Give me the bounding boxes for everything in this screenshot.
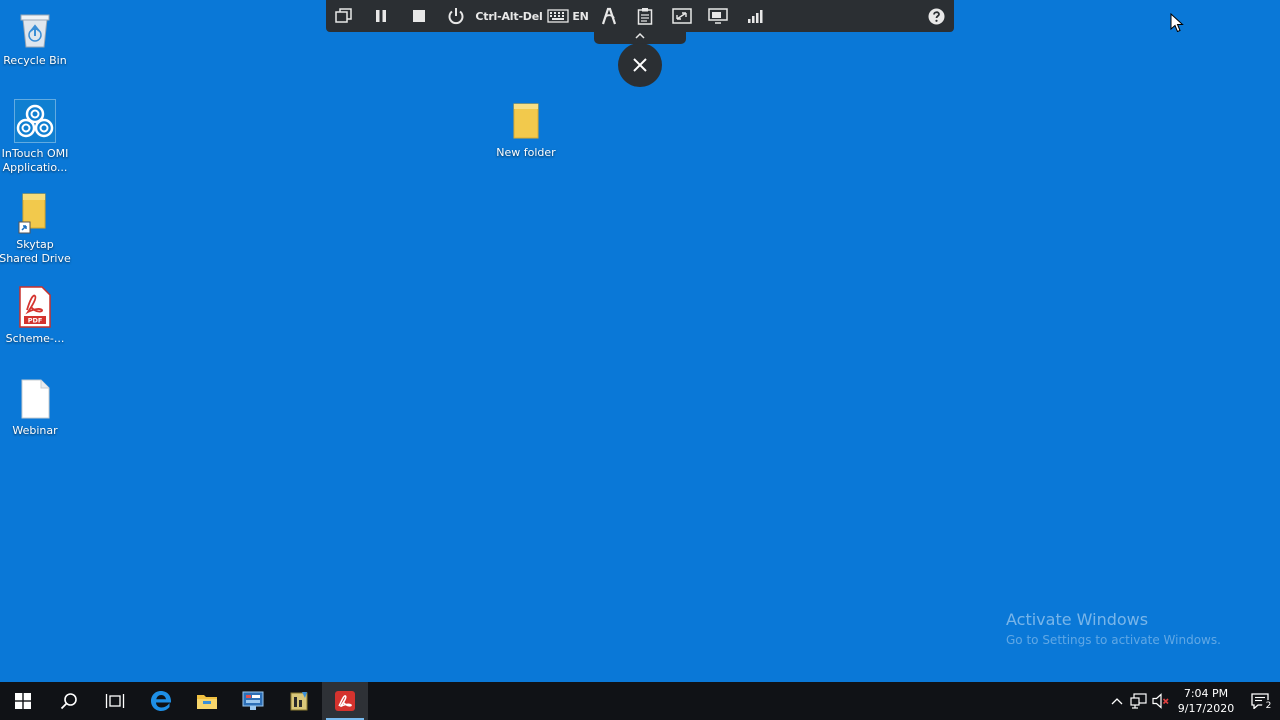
connection-quality-button[interactable] [736,0,774,32]
help-icon [928,8,944,24]
app-icon [290,692,308,711]
keyboard-language-label: EN [572,9,589,23]
desktop-icon-recycle-bin[interactable]: Recycle Bin [0,8,70,68]
desktop-icon-label: InTouch OMI Applicatio... [1,147,69,174]
desktop-icon-skytap-shared-drive[interactable]: Skytap Shared Drive [0,192,71,266]
start-button[interactable] [0,682,46,720]
keyboard-icon [547,9,569,23]
clipboard-button[interactable] [626,0,664,32]
pdf-file-icon: PDF [15,286,55,328]
power-button[interactable] [438,0,474,32]
toggle-window-button[interactable] [326,0,362,32]
task-view-icon [105,694,125,708]
intouch-omi-icon [14,99,56,143]
volume-button[interactable] [1150,682,1172,720]
shared-drive-folder-icon [15,192,55,234]
desktop-icon-new-folder[interactable]: New folder [491,100,561,160]
desktop-icon-label: Skytap Shared Drive [0,238,71,265]
search-button[interactable] [46,682,92,720]
desktop[interactable]: Recycle Bin InTouch OMI Applicatio... Sk… [0,0,1280,682]
action-center-button[interactable]: 2 [1240,682,1280,720]
cursor-arrow-icon [1170,12,1184,33]
server-manager-icon [242,691,264,710]
display-button[interactable] [700,0,736,32]
folder-icon [506,100,546,142]
network-button[interactable] [1128,682,1150,720]
desktop-icon-label: Recycle Bin [3,54,67,67]
desktop-icon-scheme-pdf[interactable]: PDF Scheme-... [0,286,70,346]
close-icon [633,58,647,72]
volume-muted-icon [1152,693,1169,709]
task-view-button[interactable] [92,682,138,720]
show-hidden-icons-button[interactable] [1106,682,1128,720]
taskbar-file-explorer[interactable] [184,682,230,720]
chevron-up-icon [635,32,645,39]
taskbar-edge[interactable] [138,682,184,720]
desktop-icon-label: New folder [496,146,556,159]
file-explorer-icon [197,695,217,709]
clipboard-icon [637,8,653,25]
desktop-icon-webinar[interactable]: Webinar [0,378,70,438]
search-icon [60,693,77,710]
pause-button[interactable] [362,0,400,32]
svg-text:PDF: PDF [28,317,43,325]
accessibility-button[interactable] [592,0,626,32]
stop-icon [413,10,425,22]
mouse-cursor [1170,12,1184,37]
clock-time: 7:04 PM [1183,687,1229,700]
edge-icon [151,691,172,711]
network-icon [1130,693,1147,709]
taskbar-server-manager[interactable] [230,682,276,720]
stop-button[interactable] [400,0,438,32]
close-toolbar-button[interactable] [618,43,662,87]
recycle-bin-icon [15,8,55,50]
taskbar: 7:04 PM 9/17/2020 2 [0,682,1280,720]
display-icon [708,8,728,24]
windows-icon [335,8,352,23]
accessibility-icon [601,7,617,25]
ctrl-alt-del-button[interactable]: Ctrl-Alt-Del [474,0,544,32]
help-button[interactable] [918,0,954,32]
chevron-up-icon [1111,698,1123,705]
desktop-icon-label: Scheme-... [5,332,65,345]
clock-date: 9/17/2020 [1177,702,1235,715]
keyboard-language-button[interactable]: EN [544,0,592,32]
pause-icon [376,10,386,22]
activate-windows-title: Activate Windows [1006,610,1149,629]
system-tray: 7:04 PM 9/17/2020 2 [1106,682,1280,720]
resize-button[interactable] [664,0,700,32]
activate-windows-subtitle: Go to Settings to activate Windows. [1006,633,1221,647]
taskbar-app[interactable] [276,682,322,720]
taskbar-clock[interactable]: 7:04 PM 9/17/2020 [1172,686,1240,716]
signal-icon [748,10,763,23]
desktop-icon-label: Webinar [12,424,58,437]
power-icon [448,8,464,25]
remote-session-toolbar: Ctrl-Alt-Del EN [326,0,954,32]
blank-file-icon [15,378,55,420]
resize-icon [672,8,692,24]
acrobat-icon [335,691,355,711]
notification-count-badge: 2 [1262,700,1275,713]
desktop-icon-intouch-omi[interactable]: InTouch OMI Applicatio... [0,99,70,175]
start-icon [15,693,31,709]
taskbar-acrobat[interactable] [322,682,368,720]
